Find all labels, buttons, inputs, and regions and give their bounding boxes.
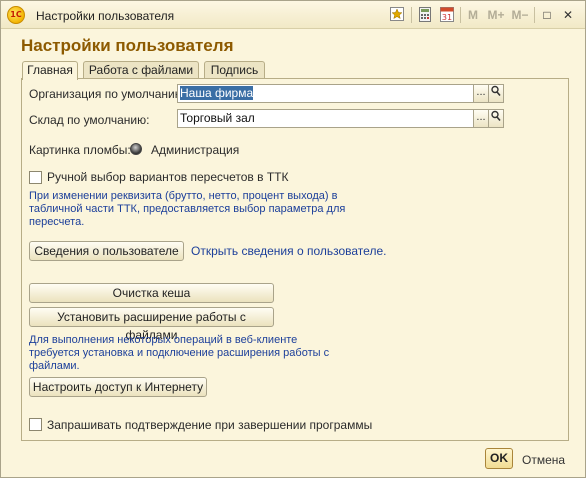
settings-window: 1С Настройки пользователя 31 M M+ M− □ ✕… [0, 0, 586, 478]
confirm-exit-checkbox[interactable] [29, 418, 42, 431]
user-info-button[interactable]: Сведения о пользователе [29, 241, 184, 261]
manual-choice-checkbox[interactable] [29, 171, 42, 184]
clear-cache-button[interactable]: Очистка кеша [29, 283, 274, 303]
favorite-icon[interactable] [389, 7, 405, 23]
title-bar: 1С Настройки пользователя 31 M M+ M− □ ✕ [1, 1, 585, 29]
ext-note-line: файлами. [29, 360, 80, 372]
seal-label: Картинка пломбы: [29, 143, 131, 157]
warehouse-search-icon[interactable] [488, 109, 504, 128]
seal-picture-icon[interactable] [130, 143, 142, 155]
warehouse-value: Торговый зал [180, 111, 255, 125]
internet-access-button[interactable]: Настроить доступ к Интернету [29, 377, 207, 397]
calendar-icon[interactable]: 31 [439, 7, 455, 23]
org-search-icon[interactable] [488, 84, 504, 103]
extension-note: Для выполнения некоторых операций в веб-… [29, 334, 329, 373]
calculator-icon[interactable] [417, 7, 433, 23]
warehouse-label: Склад по умолчанию: [29, 113, 150, 127]
app-logo-icon: 1С [7, 6, 25, 24]
memory-m-button[interactable]: M [466, 7, 480, 23]
svg-text:31: 31 [442, 13, 452, 22]
ext-note-line: требуется установка и подключение расшир… [29, 347, 330, 359]
form-heading: Настройки пользователя [21, 36, 234, 55]
manual-choice-label: Ручной выбор вариантов пересчетов в ТТК [47, 170, 289, 184]
ext-note-line: Для выполнения некоторых операций в веб-… [29, 334, 298, 346]
org-value: Наша фирма [180, 86, 254, 100]
tab-signature[interactable]: Подпись [204, 61, 265, 79]
maximize-icon[interactable]: □ [540, 7, 554, 23]
user-info-link[interactable]: Открыть сведения о пользователе. [191, 244, 386, 258]
memory-minus-button[interactable]: M− [510, 7, 530, 23]
manual-choice-note: При изменении реквизита (брутто, нетто, … [29, 190, 345, 229]
window-title: Настройки пользователя [36, 9, 175, 23]
confirm-exit-label: Запрашивать подтверждение при завершении… [47, 418, 373, 432]
warehouse-select-button[interactable]: ... [473, 109, 489, 128]
tab-main[interactable]: Главная [22, 61, 78, 80]
manual-note-line: табличной части ТТК, предоставляется выб… [29, 203, 346, 215]
manual-note-line: При изменении реквизита (брутто, нетто, … [29, 190, 338, 202]
cancel-button[interactable]: Отмена [522, 453, 565, 467]
seal-value: Администрация [151, 143, 240, 157]
ok-button[interactable]: OK [485, 448, 513, 469]
memory-plus-button[interactable]: M+ [486, 7, 506, 23]
org-select-button[interactable]: ... [473, 84, 489, 103]
install-extension-button[interactable]: Установить расширение работы с файлами [29, 307, 274, 342]
tab-files[interactable]: Работа с файлами [83, 61, 199, 79]
org-field[interactable]: Наша фирма [177, 84, 474, 103]
manual-note-line: пересчета. [29, 216, 85, 228]
warehouse-field[interactable]: Торговый зал [177, 109, 474, 128]
org-label: Организация по умолчанию: [29, 87, 188, 101]
close-icon[interactable]: ✕ [560, 7, 576, 23]
